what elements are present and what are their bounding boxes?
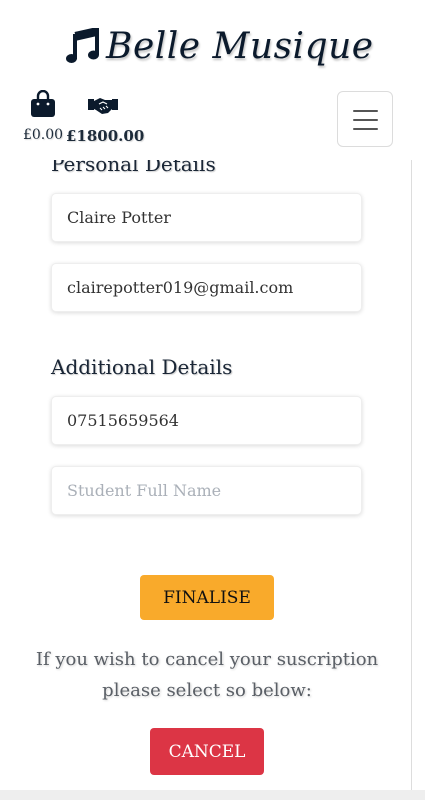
handshake-icon xyxy=(88,98,118,114)
menu-toggle-button[interactable] xyxy=(337,91,393,147)
email-field[interactable] xyxy=(51,263,362,312)
page-bottom-edge xyxy=(0,790,425,800)
full-name-field[interactable] xyxy=(51,193,362,242)
finalise-button[interactable]: FINALISE xyxy=(140,575,274,620)
music-note-icon xyxy=(66,28,99,63)
subscription-total: £1800.00 xyxy=(66,127,145,145)
shopping-bag-link[interactable]: £0.00 xyxy=(20,90,66,143)
shopping-bag-icon xyxy=(31,90,55,117)
brand-logo[interactable]: Belle Musique xyxy=(66,18,374,74)
subscription-link[interactable]: £1800.00 xyxy=(66,92,144,145)
cancel-instructions: If you wish to cancel your suscription p… xyxy=(35,649,379,701)
hamburger-icon xyxy=(353,110,378,137)
student-name-field[interactable] xyxy=(51,466,362,515)
content-divider xyxy=(411,158,412,790)
brand-name: Belle Musique xyxy=(106,25,374,67)
bag-total: £0.00 xyxy=(22,127,64,143)
cancel-button[interactable]: CANCEL xyxy=(150,728,264,775)
site-header: Belle Musique £0.00 £1800.00 xyxy=(0,0,425,160)
phone-field[interactable] xyxy=(51,396,362,445)
additional-details-heading: Additional Details xyxy=(51,355,233,379)
